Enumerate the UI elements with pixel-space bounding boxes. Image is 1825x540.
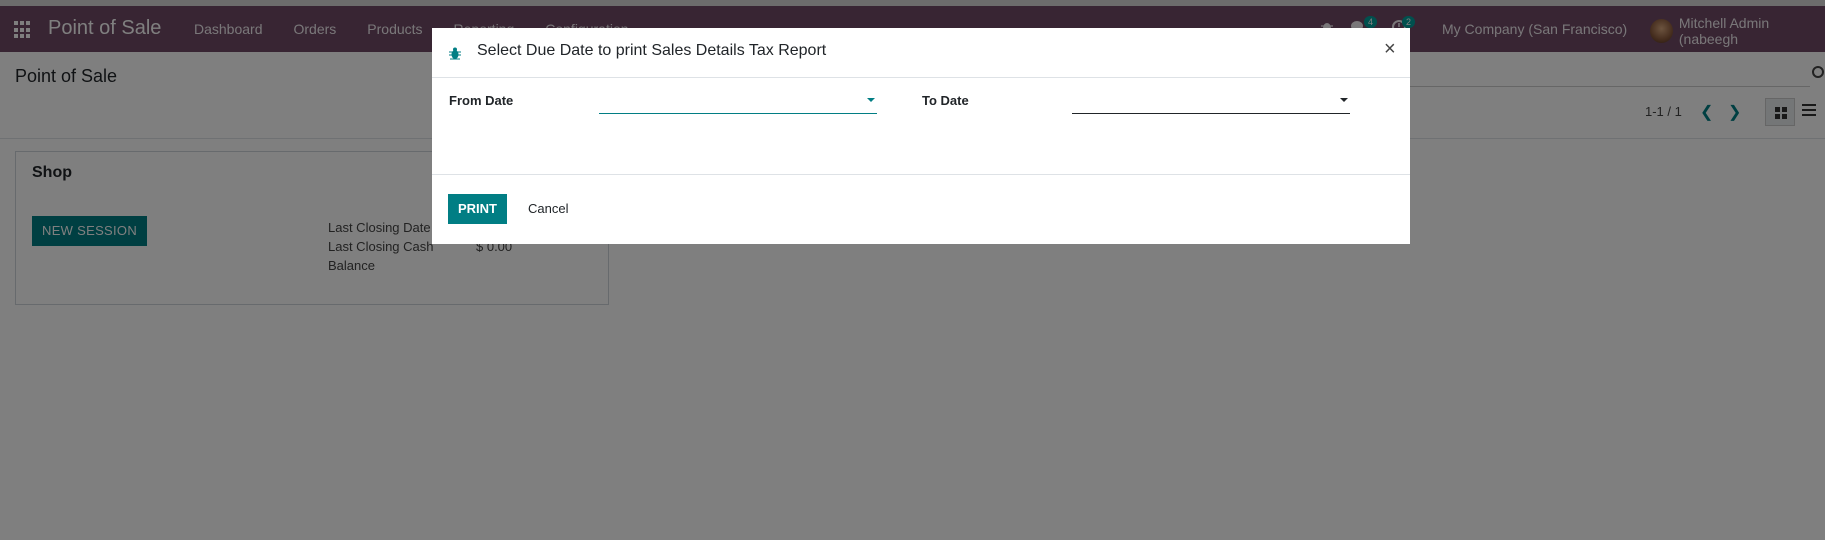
dialog-body [432, 79, 1410, 175]
cancel-button[interactable]: Cancel [522, 194, 574, 224]
dialog-title: Select Due Date to print Sales Details T… [477, 42, 827, 59]
dialog-header: Select Due Date to print Sales Details T… [432, 28, 1410, 78]
close-icon[interactable]: × [1384, 38, 1396, 61]
dialog-footer: PRINT Cancel [432, 176, 1410, 244]
date-select-dialog: Select Due Date to print Sales Details T… [432, 28, 1410, 244]
print-button[interactable]: PRINT [448, 194, 507, 224]
bug-icon [448, 46, 462, 60]
